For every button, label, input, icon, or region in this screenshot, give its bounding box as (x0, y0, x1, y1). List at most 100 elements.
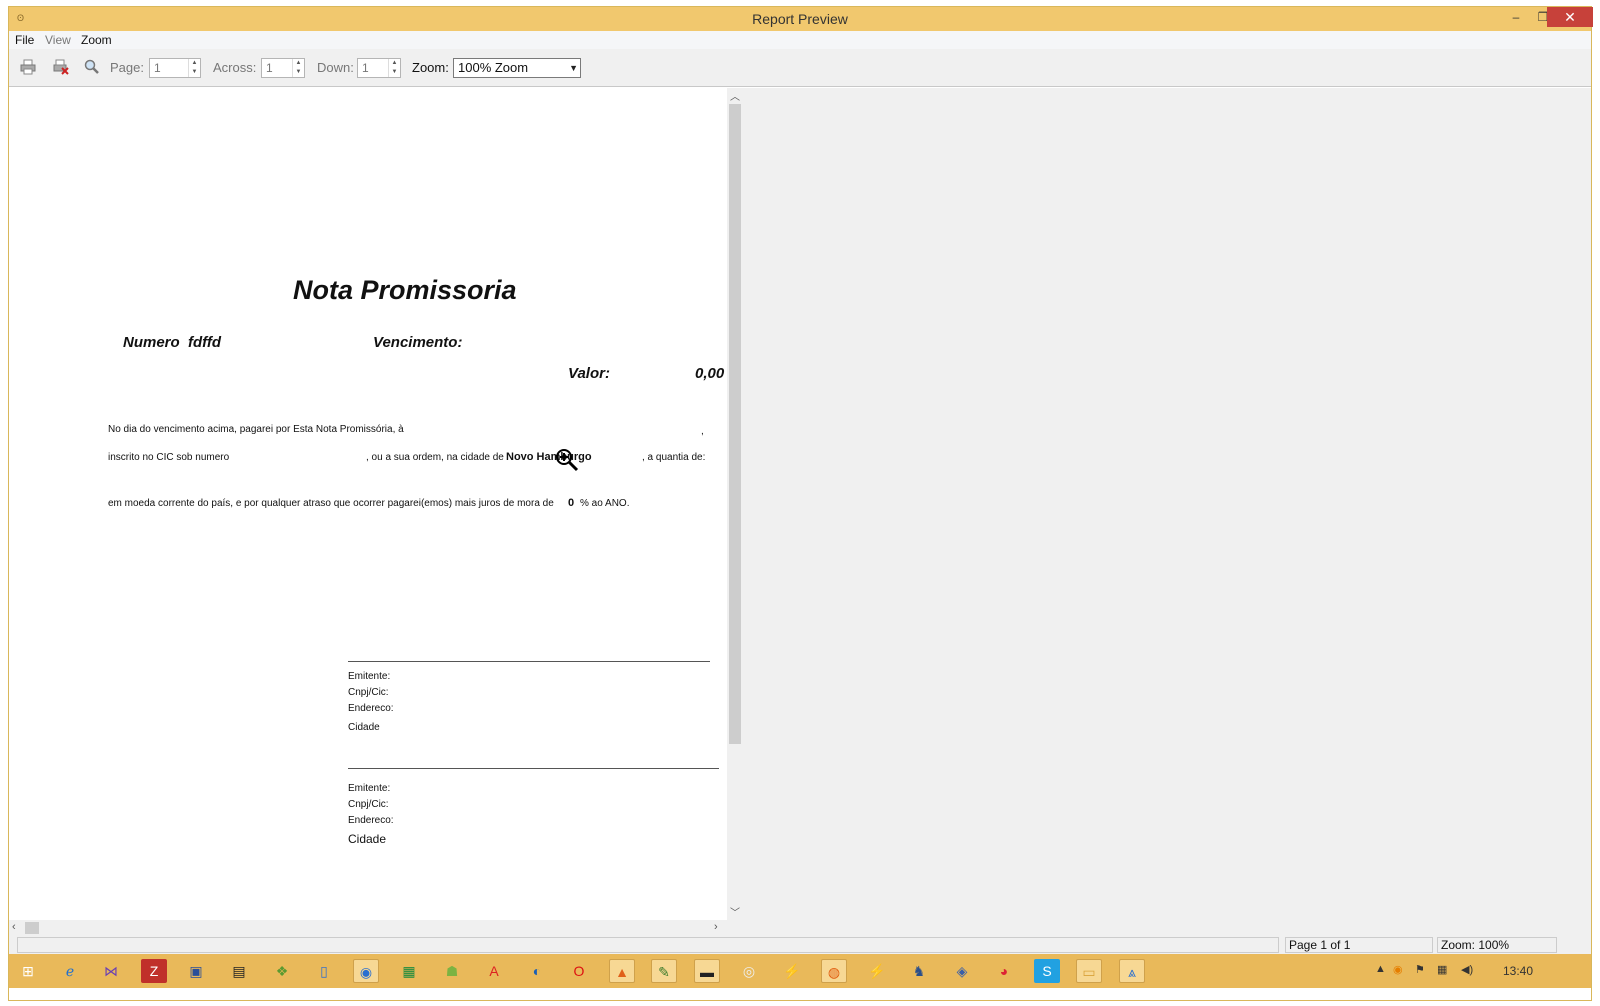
virtualbox-icon[interactable]: ◈ (949, 959, 975, 983)
printer-delete-icon[interactable] (52, 59, 70, 77)
text-line-2b: , ou a sua ordem, na cidade de (366, 452, 504, 463)
page-value: 1 (154, 61, 161, 75)
opera-icon[interactable]: O (566, 959, 592, 983)
preview-area: Nota Promissoria Numero fdffd Vencimento… (9, 88, 1591, 936)
skype-icon[interactable]: S (1034, 959, 1060, 983)
text-line-1: No dia do vencimento acima, pagarei por … (108, 424, 404, 435)
taskbar: ⊞ ℯ ⋈ Z ▣ ▤ ❖ ▯ ◉ ▦ ☗ A ◐ O ▲ ✎ ▬ ◎ ⚡ ◍ … (9, 954, 1591, 988)
scroll-down-icon[interactable]: ﹀ (730, 904, 740, 919)
valor-label: Valor: (568, 365, 610, 382)
signature-line-2 (348, 768, 719, 769)
menu-view[interactable]: View (45, 33, 71, 47)
close-button[interactable]: ✕ (1547, 7, 1593, 27)
report-title: Nota Promissoria (293, 275, 517, 305)
page-label: Page: (110, 60, 144, 75)
acrobat-icon[interactable]: A (481, 959, 507, 983)
text-line-2a: inscrito no CIC sob numero (108, 452, 230, 463)
sig2-emitente: Emitente: (348, 783, 391, 794)
vertical-scroll-thumb[interactable] (729, 104, 741, 744)
flag-icon[interactable]: ⚑ (1415, 963, 1425, 976)
remote-desktop-icon[interactable]: ▣ (183, 959, 209, 983)
scroll-left-icon[interactable]: ‹ (12, 921, 16, 933)
chevron-down-icon[interactable]: ▼ (569, 59, 578, 77)
cmd-icon[interactable]: ▬ (694, 959, 720, 983)
horizontal-scrollbar[interactable]: ‹ › (9, 920, 727, 936)
winamp-2-icon[interactable]: ⚡ (864, 959, 890, 983)
menu-zoom[interactable]: Zoom (81, 33, 112, 47)
terminal-icon[interactable]: ▤ (226, 959, 252, 983)
signature-line-1 (348, 661, 710, 662)
scroll-up-icon[interactable]: ︿ (730, 88, 740, 103)
sig1-cidade: Cidade (348, 722, 380, 733)
sticky-notes-icon[interactable]: ✎ (651, 959, 677, 983)
down-stepper[interactable]: 1 ▲ ▼ (357, 58, 401, 78)
tray-expand-icon[interactable]: ▲ (1375, 963, 1386, 975)
window-title: Report Preview (752, 11, 848, 27)
printer-icon[interactable] (19, 59, 37, 77)
tray-app-icon[interactable]: ◉ (1393, 963, 1403, 976)
postgres-icon[interactable]: ♞ (906, 959, 932, 983)
firefox-icon[interactable]: ◍ (821, 959, 847, 983)
numero-label: Numero (123, 334, 180, 351)
zoom-label: Zoom: (412, 60, 449, 75)
across-value: 1 (266, 61, 273, 75)
valor-value: 0,00 (695, 365, 725, 382)
android-icon[interactable]: ☗ (439, 959, 465, 983)
file-manager-icon[interactable]: ❖ (269, 959, 295, 983)
matlab-icon[interactable]: ▲ (609, 959, 635, 983)
clock[interactable]: 13:40 (1503, 964, 1533, 978)
internet-explorer-icon[interactable]: ℯ (57, 959, 83, 983)
toolbar: Page: 1 ▲ ▼ Across: 1 ▲ ▼ Down: 1 ▲ ▼ Zoom:… (9, 49, 1591, 87)
page-stepper[interactable]: 1 ▲ ▼ (149, 58, 201, 78)
green-app-icon[interactable]: ▦ (396, 959, 422, 983)
text-line-3-end: % ao ANO. (580, 498, 630, 509)
report-preview-window: ʘ Report Preview – ❐ ✕ File View Zoom Pa… (8, 6, 1593, 1001)
sig2-endereco: Endereco: (348, 815, 394, 826)
browser-icon[interactable]: ◉ (353, 959, 379, 983)
sig1-endereco: Endereco: (348, 703, 394, 714)
horizontal-scroll-thumb[interactable] (25, 922, 39, 934)
text-line-3: em moeda corrente do país, e por qualque… (108, 498, 554, 509)
notepad-icon[interactable]: ▯ (311, 959, 337, 983)
text-line-2c: , a quantia de: (642, 452, 706, 463)
vencimento-label: Vencimento: (373, 334, 463, 351)
globe-app-icon[interactable]: ◐ (524, 959, 550, 983)
network-icon[interactable]: ▦ (1437, 963, 1447, 976)
visual-studio-icon[interactable]: ⋈ (98, 959, 124, 983)
numero-value: fdffd (188, 334, 222, 351)
scroll-right-icon[interactable]: › (714, 921, 718, 933)
down-label: Down: (317, 60, 354, 75)
sig1-emitente: Emitente: (348, 671, 391, 682)
across-stepper[interactable]: 1 ▲ ▼ (261, 58, 305, 78)
filezilla-icon[interactable]: Z (141, 959, 167, 983)
down-value: 1 (362, 61, 369, 75)
down-spin-arrows[interactable]: ▲ ▼ (388, 59, 400, 77)
status-page: Page 1 of 1 (1285, 937, 1433, 953)
sig1-cnpj: Cnpj/Cic: (348, 687, 389, 698)
status-zoom: Zoom: 100% (1437, 937, 1557, 953)
winamp-icon[interactable]: ⚡ (779, 959, 805, 983)
vertical-scrollbar[interactable]: ︿ ﹀ (727, 88, 743, 920)
cd-drive-icon[interactable]: ◎ (736, 959, 762, 983)
status-bar: Page 1 of 1 Zoom: 100% (9, 936, 1591, 954)
minimize-button[interactable]: – (1502, 7, 1530, 27)
page-spin-arrows[interactable]: ▲ ▼ (188, 59, 200, 77)
sig2-cnpj: Cnpj/Cic: (348, 799, 389, 810)
menu-bar: File View Zoom (9, 31, 1591, 49)
title-bar[interactable]: ʘ Report Preview – ❐ ✕ (9, 7, 1593, 31)
magnifier-icon[interactable] (83, 59, 101, 77)
across-spin-arrows[interactable]: ▲ ▼ (292, 59, 304, 77)
zoom-select-value: 100% Zoom (458, 60, 529, 75)
juros-value: 0 (568, 497, 575, 509)
chrome-icon[interactable]: ◕ (991, 959, 1017, 983)
across-label: Across: (213, 60, 257, 75)
explorer-icon[interactable]: ▭ (1076, 959, 1102, 983)
report-app-icon[interactable]: ⩓ (1119, 959, 1145, 983)
zoom-cursor-icon (556, 449, 579, 472)
text-line-1-end: , (701, 426, 704, 437)
zoom-select[interactable]: 100% Zoom ▼ (453, 58, 581, 78)
menu-file[interactable]: File (15, 33, 34, 47)
sig2-cidade: Cidade (348, 832, 387, 846)
windows-start-icon[interactable]: ⊞ (15, 959, 41, 983)
volume-icon[interactable]: ◀) (1461, 963, 1473, 976)
